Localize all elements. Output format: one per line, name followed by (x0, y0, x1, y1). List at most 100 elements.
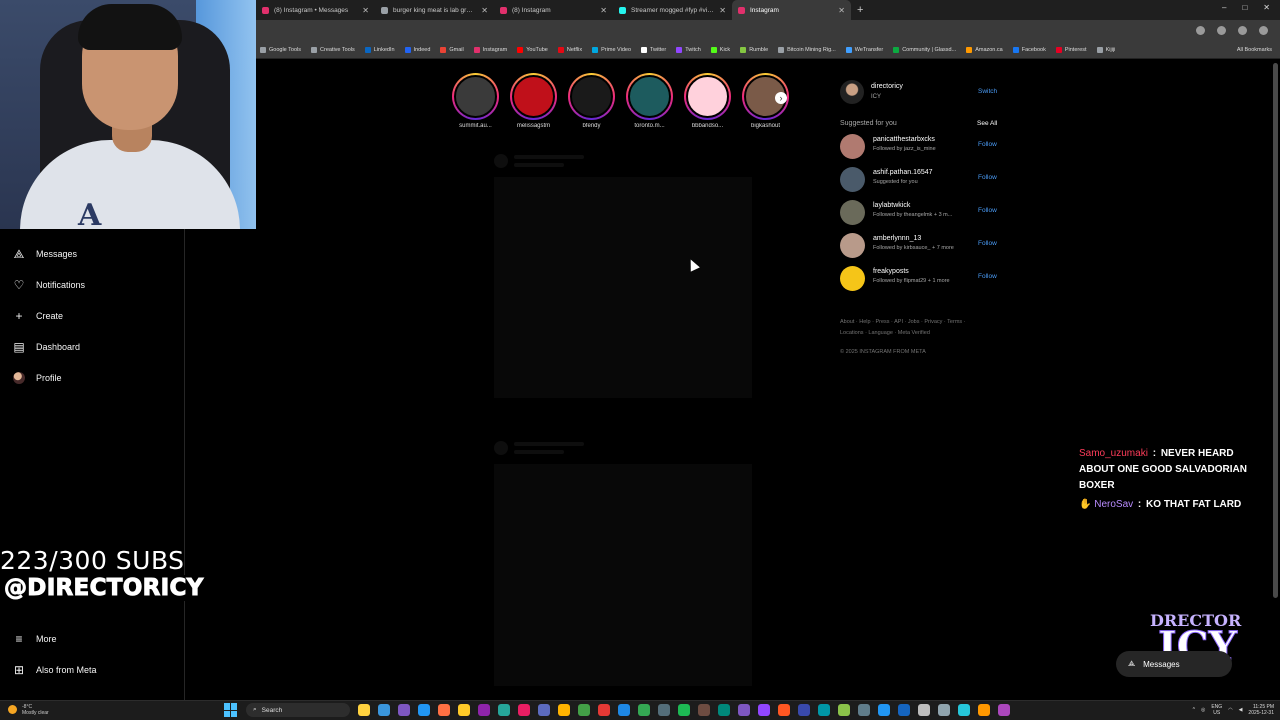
taskbar-app-icon[interactable] (358, 704, 370, 716)
taskbar-app-icon[interactable] (378, 704, 390, 716)
taskbar-app-icon[interactable] (438, 704, 450, 716)
avatar[interactable] (840, 200, 865, 225)
avatar[interactable] (840, 134, 865, 159)
follow-button[interactable]: Follow (978, 273, 997, 280)
star-icon[interactable] (1217, 26, 1226, 35)
suggestion-username[interactable]: amberlynnn_13 (873, 235, 921, 242)
taskbar-app-icon[interactable] (898, 704, 910, 716)
suggestion-username[interactable]: panicatthestarbxcks (873, 136, 935, 143)
story-item[interactable]: summit.au... (452, 73, 499, 133)
taskbar-app-icon[interactable] (618, 704, 630, 716)
taskbar-app-icon[interactable] (498, 704, 510, 716)
sidebar-item-also-from-meta[interactable]: ⊞ Also from Meta (12, 663, 97, 677)
stories-next-button[interactable]: › (775, 92, 787, 104)
sidebar-item-profile[interactable]: Profile (12, 371, 62, 385)
bookmark-item[interactable]: Kijiji (1096, 47, 1115, 53)
taskbar-app-icon[interactable] (418, 704, 430, 716)
see-all-link[interactable]: See All (977, 120, 997, 127)
weather-widget[interactable]: -8°C Mostly clear (8, 704, 49, 716)
bookmark-item[interactable]: Google Tools (260, 47, 301, 53)
close-tab-icon[interactable]: ✕ (719, 6, 726, 15)
clock[interactable]: 11:25 PM 2025-12-31 (1248, 704, 1274, 716)
switch-account-button[interactable]: Switch (978, 88, 997, 95)
bookmark-item[interactable]: Gmail (440, 47, 464, 53)
taskbar-app-icon[interactable] (578, 704, 590, 716)
bookmark-item[interactable]: Pinterest (1055, 47, 1087, 53)
taskbar-app-icon[interactable] (818, 704, 830, 716)
avatar[interactable] (840, 233, 865, 258)
bookmark-item[interactable]: Prime Video (592, 47, 631, 53)
bookmark-item[interactable]: Twitch (676, 47, 701, 53)
bookmark-item[interactable]: Creative Tools (311, 47, 355, 53)
account-username[interactable]: directoricy (871, 83, 903, 90)
bookmark-item[interactable]: LinkedIn (364, 47, 395, 53)
all-bookmarks[interactable]: All Bookmarks (1237, 47, 1272, 53)
browser-tab[interactable]: Streamer mogged #fyp #viral ✕ (613, 0, 732, 20)
bookmark-item[interactable]: Amazon.ca (966, 47, 1003, 53)
taskbar-app-icon[interactable] (458, 704, 470, 716)
bookmark-item[interactable]: WeTransfer (845, 47, 883, 53)
browser-tab[interactable]: (8) Instagram • Messages ✕ (256, 0, 375, 20)
taskbar-app-icon[interactable] (658, 704, 670, 716)
taskbar-app-icon[interactable] (718, 704, 730, 716)
avatar[interactable] (840, 167, 865, 192)
network-icon[interactable]: ◎ (1201, 707, 1205, 713)
taskbar-app-icon[interactable] (758, 704, 770, 716)
minimize-button[interactable]: – (1222, 3, 1226, 12)
tray-chevron-icon[interactable]: ^ (1193, 707, 1195, 713)
language-indicator[interactable]: ENG US (1211, 704, 1222, 716)
bookmark-item[interactable]: Kick (710, 47, 730, 53)
close-tab-icon[interactable]: ✕ (362, 6, 369, 15)
close-window-button[interactable]: ✕ (1263, 3, 1270, 12)
taskbar-app-icon[interactable] (598, 704, 610, 716)
sidebar-item-notifications[interactable]: ♡ Notifications (12, 278, 85, 292)
new-tab-button[interactable]: + (857, 4, 863, 16)
browser-tab[interactable]: (8) Instagram ✕ (494, 0, 613, 20)
story-item[interactable]: bfendy (568, 73, 615, 133)
taskbar-app-icon[interactable] (478, 704, 490, 716)
taskbar-app-icon[interactable] (938, 704, 950, 716)
follow-button[interactable]: Follow (978, 240, 997, 247)
suggestion-username[interactable]: laylabtwkick (873, 202, 910, 209)
story-item[interactable]: bbbandso... (684, 73, 731, 133)
bookmark-item[interactable]: Facebook (1012, 47, 1046, 53)
windows-start-icon[interactable] (224, 703, 238, 717)
follow-button[interactable]: Follow (978, 207, 997, 214)
bookmark-item[interactable]: Netflix (557, 47, 582, 53)
suggestion-username[interactable]: ashif.pathan.16547 (873, 169, 933, 176)
taskbar-app-icon[interactable] (858, 704, 870, 716)
taskbar-app-icon[interactable] (778, 704, 790, 716)
address-bar[interactable] (256, 20, 1280, 42)
taskbar-app-icon[interactable] (958, 704, 970, 716)
taskbar-app-icon[interactable] (638, 704, 650, 716)
bookmark-item[interactable]: Bitcoin Mining Rig... (778, 47, 836, 53)
taskbar-app-icon[interactable] (738, 704, 750, 716)
close-tab-icon[interactable]: ✕ (481, 6, 488, 15)
menu-icon[interactable] (1259, 26, 1268, 35)
bookmark-item[interactable]: Instagram (473, 47, 507, 53)
zoom-icon[interactable] (1196, 26, 1205, 35)
bookmark-item[interactable]: YouTube (517, 47, 548, 53)
taskbar-app-icon[interactable] (678, 704, 690, 716)
sidebar-item-more[interactable]: ≡ More (12, 632, 56, 646)
taskbar-app-icon[interactable] (878, 704, 890, 716)
page-scrollbar[interactable] (1273, 63, 1278, 598)
footer-links[interactable]: About · Help · Press · API · Jobs · Priv… (840, 317, 990, 339)
story-item[interactable]: melissagstm (510, 73, 557, 133)
taskbar-app-icon[interactable] (698, 704, 710, 716)
taskbar-app-icon[interactable] (998, 704, 1010, 716)
avatar[interactable] (840, 80, 864, 104)
taskbar-app-icon[interactable] (798, 704, 810, 716)
browser-tab[interactable]: Instagram ✕ (732, 0, 851, 20)
volume-icon[interactable]: ◀ (1239, 707, 1243, 713)
close-tab-icon[interactable]: ✕ (838, 6, 845, 15)
follow-button[interactable]: Follow (978, 174, 997, 181)
bookmark-item[interactable]: Twitter (641, 47, 666, 53)
messages-pill[interactable]: ⟁ Messages (1116, 651, 1232, 677)
bookmark-item[interactable]: Rumble (740, 47, 768, 53)
bookmark-item[interactable]: Community | Glassd... (893, 47, 956, 53)
taskbar-search[interactable]: ⌕ Search (246, 703, 350, 717)
bookmark-item[interactable]: Indeed (404, 47, 430, 53)
sidebar-item-messages[interactable]: ⟁ Messages (12, 247, 77, 261)
story-item[interactable]: toronto.m... (626, 73, 673, 133)
